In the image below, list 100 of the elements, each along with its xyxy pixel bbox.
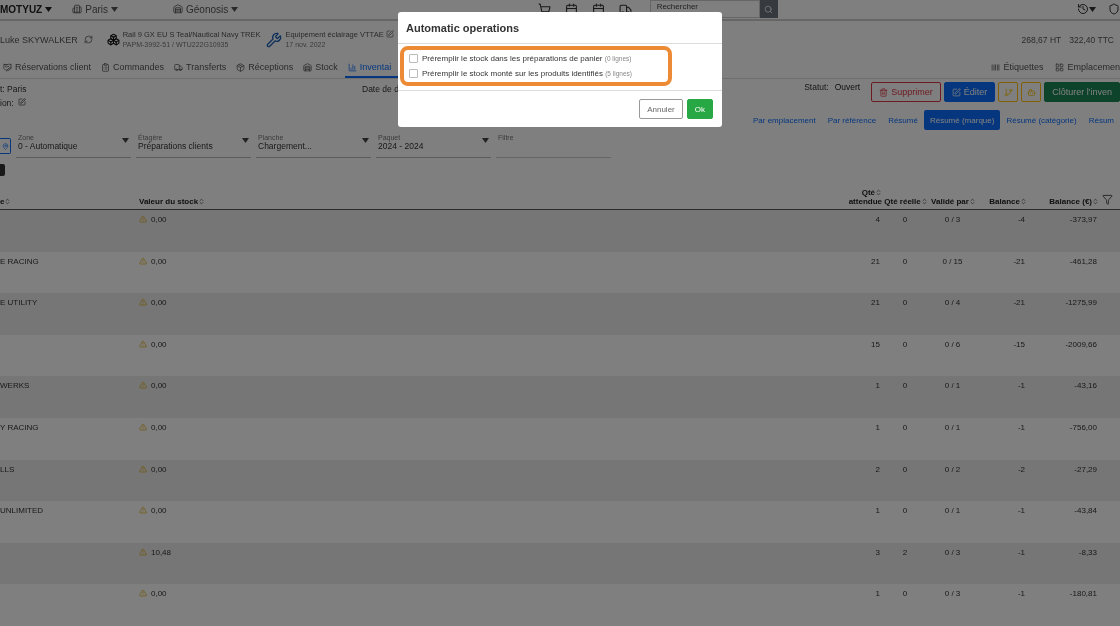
trash-icon [879,87,889,97]
caret-icon [45,6,53,12]
refresh-icon[interactable] [83,35,93,45]
column-header[interactable]: Qté attendue [825,188,885,210]
validated-count: 0 / 1 [944,506,961,516]
column-header[interactable]: Valeur du stock [139,197,825,210]
close-inventory-button[interactable]: Clôturer l'inven [1044,82,1120,103]
view-tab[interactable]: Résumé [882,110,924,131]
edit-icon[interactable] [17,98,26,107]
balance-value: -1 [1017,381,1025,391]
column-header[interactable]: Balance [980,197,1030,210]
icon-button[interactable] [1021,82,1042,103]
expected-qty: 3 [875,547,880,557]
warehouse-icon [303,62,313,72]
handshake-icon [3,62,12,72]
column-header[interactable]: Validé par [930,197,980,210]
nav-tab[interactable]: Réservations client [0,58,99,79]
filter-icon[interactable] [1102,194,1113,206]
balance-euro: -2009,66 [1065,339,1097,349]
stock-value: 0,00 [151,381,167,391]
view-tab[interactable]: Résumé (marque) [923,110,1001,131]
balance-value: -1 [1017,589,1025,599]
status-label: Statut: [804,82,829,93]
user-name: Luke SKYWALKER [0,34,78,45]
icon-button[interactable] [998,82,1019,103]
sort-icon[interactable] [4,198,12,206]
history-icon[interactable] [1077,3,1089,16]
sort-icon[interactable] [198,198,206,206]
expected-qty: 1 [875,423,880,432]
nav-tab[interactable]: Commandes [98,58,172,79]
description-label: ion: [0,98,14,109]
expected-qty: 21 [871,298,880,308]
brand-name: E RACING [0,256,39,266]
pin-button[interactable] [0,138,11,155]
site-label: Géonosis [186,3,229,15]
account-dropdown[interactable]: MOTYUZ [0,3,53,15]
balance-value: -1 [1017,547,1025,557]
balance-euro: -8,33 [1078,547,1097,557]
robot-icon [1026,87,1036,97]
caret-icon [242,138,249,144]
balance-euro: -180,81 [1069,589,1097,599]
validated-count: 0 / 3 [944,215,961,225]
real-qty: 0 [902,506,908,516]
view-tab[interactable]: Résumé (catégorie) [1000,110,1083,131]
nav-tab[interactable]: Stock [300,58,345,79]
checkbox[interactable] [409,54,418,63]
nav-tab[interactable]: Réceptions [233,58,301,79]
balance-value: -21 [1013,256,1025,266]
brand-name: UNLIMITED [0,506,44,516]
expected-qty: 21 [871,256,880,266]
sort-icon[interactable] [1020,198,1027,206]
total-ttc: 322,40 TTC [1069,34,1114,45]
balance-value: -2 [1017,464,1025,474]
edit-button[interactable]: Éditer [943,82,996,103]
table-row[interactable]: LLS 0,00 2 0 0 / 2 -2 -27,29 [0,459,1120,502]
stock-value: 10,48 [151,547,172,557]
edit-icon [951,87,961,97]
site-dropdown[interactable]: Géonosis [173,3,239,15]
stock-value: 0,00 [151,589,167,599]
column-header[interactable]: Qté réelle [885,197,930,210]
nav-link[interactable]: Emplacemen [1043,58,1120,79]
stock-value: 0,00 [151,464,167,474]
view-tab[interactable]: Par emplacement [746,110,822,131]
table-row[interactable]: 10,48 3 2 0 / 3 -1 -8,33 [0,542,1120,585]
table-row[interactable]: E UTILITY 0,00 21 0 0 / 4 -21 -1275,99 [0,293,1120,335]
nav-link[interactable]: Étiquettes [979,58,1044,79]
caret-icon [362,138,369,144]
view-tab[interactable]: Résum [1082,110,1120,131]
real-qty: 0 [902,381,908,391]
balance-euro: -43,84 [1074,506,1097,516]
truck-icon [174,62,184,72]
balance-euro: -27,29 [1074,464,1097,474]
sort-icon[interactable] [968,198,976,206]
table-row[interactable]: 0,00 4 0 0 / 3 -4 -373,97 [0,210,1120,252]
cancel-button[interactable]: Annuler [639,99,683,119]
column-header[interactable]: Balance (€) [1030,197,1102,210]
delete-button[interactable]: Supprimer [871,82,941,103]
brand-name: E UTILITY [0,298,38,308]
shield-icon[interactable] [1108,3,1120,16]
sort-icon[interactable] [920,198,928,206]
search-icon [764,4,774,14]
real-qty: 0 [902,215,908,225]
wrench-icon [266,31,283,48]
barcode-icon [991,62,1001,72]
balance-value: -4 [1017,215,1025,225]
column-header[interactable]: e [0,197,139,210]
expected-qty: 1 [875,506,880,516]
checkbox[interactable] [409,69,418,78]
location-dropdown[interactable]: Paris [72,3,118,15]
view-tab[interactable]: Par référence [821,110,883,131]
ok-button[interactable]: Ok [686,99,713,119]
grid-icon [1055,62,1065,72]
status-value: Ouvert [834,82,861,93]
sort-icon[interactable] [1092,198,1099,206]
toggle-button[interactable] [0,164,5,176]
edit-icon[interactable] [385,29,394,38]
table-row[interactable]: WERKS 0,00 1 0 0 / 1 -1 -43,16 [0,376,1120,418]
validated-count: 0 / 4 [944,298,961,308]
sort-icon[interactable] [875,189,882,197]
nav-tab[interactable]: Transferts [171,58,234,79]
